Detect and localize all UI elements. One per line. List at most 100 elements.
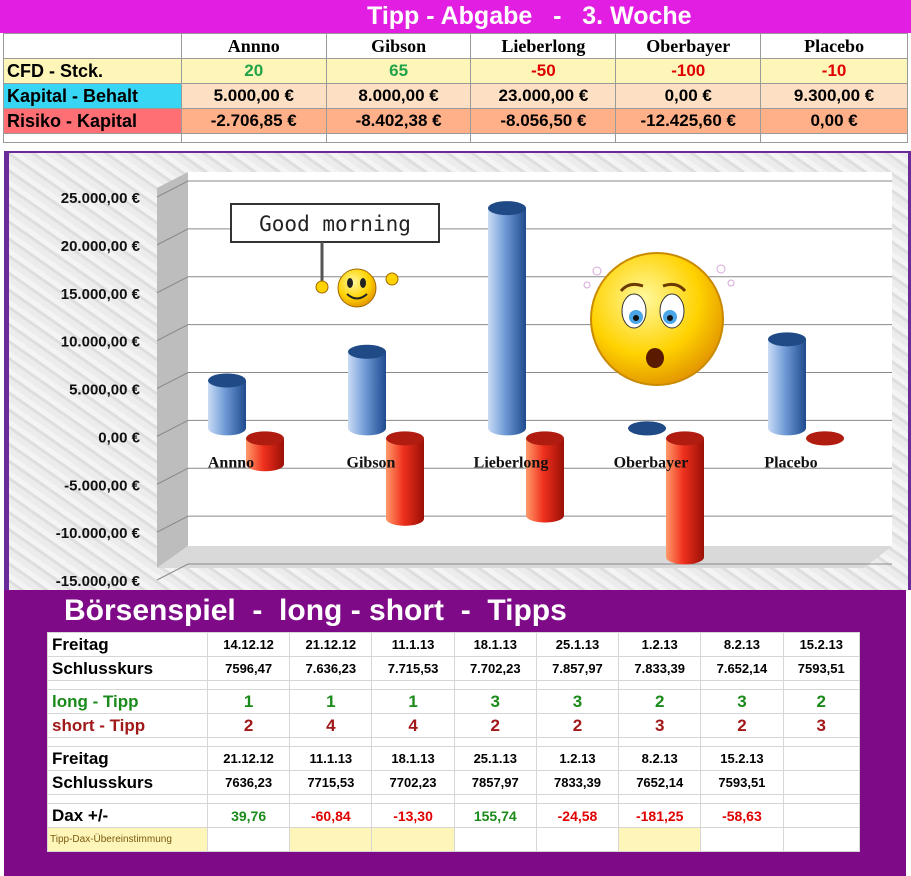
- match-cell[interactable]: [782, 827, 861, 852]
- bar-risiko[interactable]: [666, 431, 704, 565]
- match-cell[interactable]: [453, 827, 537, 852]
- kurs-cell[interactable]: 7.652,14: [700, 656, 784, 681]
- kurs-cell[interactable]: 7857,97: [453, 770, 537, 795]
- match-cell[interactable]: [618, 827, 702, 852]
- short-cell[interactable]: 2: [453, 713, 537, 738]
- date-cell[interactable]: 25.1.13: [453, 746, 537, 771]
- dax-cell[interactable]: 155,74: [453, 803, 537, 828]
- match-cell[interactable]: [206, 827, 291, 852]
- dax-cell[interactable]: [782, 803, 861, 828]
- date-cell[interactable]: 25.1.13: [535, 632, 620, 657]
- player-name[interactable]: Placebo: [760, 33, 908, 59]
- long-cell[interactable]: 2: [618, 689, 702, 714]
- risiko-cell[interactable]: -8.056,50 €: [470, 108, 617, 134]
- dax-cell[interactable]: -60,84: [289, 803, 373, 828]
- long-cell[interactable]: 2: [782, 689, 861, 714]
- date-cell[interactable]: 8.2.13: [700, 632, 784, 657]
- kurs-cell[interactable]: 7.702,23: [453, 656, 537, 681]
- bar-kapital[interactable]: [628, 421, 666, 436]
- player-name[interactable]: Lieberlong: [470, 33, 617, 59]
- long-cell[interactable]: 3: [453, 689, 537, 714]
- risiko-cell[interactable]: 0,00 €: [760, 108, 908, 134]
- dax-cell[interactable]: -13,30: [371, 803, 455, 828]
- kurs-cell[interactable]: 7652,14: [618, 770, 702, 795]
- cfd-cell[interactable]: -10: [760, 58, 908, 84]
- long-label[interactable]: long - Tipp: [47, 689, 208, 714]
- kapital-cell[interactable]: 9.300,00 €: [760, 83, 908, 109]
- date-cell[interactable]: 1.2.13: [618, 632, 702, 657]
- kapital-cell[interactable]: 0,00 €: [615, 83, 762, 109]
- kurs-cell[interactable]: 7.833,39: [618, 656, 702, 681]
- short-cell[interactable]: 3: [782, 713, 861, 738]
- date-cell[interactable]: 1.2.13: [535, 746, 620, 771]
- freitag-label[interactable]: Freitag: [47, 632, 208, 657]
- bar-kapital[interactable]: [768, 332, 806, 436]
- long-cell[interactable]: 1: [371, 689, 455, 714]
- bar-risiko[interactable]: [386, 431, 424, 526]
- short-cell[interactable]: 2: [206, 713, 291, 738]
- short-label[interactable]: short - Tipp: [47, 713, 208, 738]
- short-cell[interactable]: 4: [371, 713, 455, 738]
- date-cell[interactable]: 11.1.13: [289, 746, 373, 771]
- risiko-cell[interactable]: -8.402,38 €: [325, 108, 472, 134]
- date-cell[interactable]: [782, 746, 861, 771]
- kapital-cell[interactable]: 8.000,00 €: [325, 83, 472, 109]
- short-cell[interactable]: 2: [700, 713, 784, 738]
- short-cell[interactable]: 3: [618, 713, 702, 738]
- risiko-label[interactable]: Risiko - Kapital: [3, 108, 182, 134]
- player-name[interactable]: Annno: [180, 33, 327, 59]
- kurs-cell[interactable]: 7715,53: [289, 770, 373, 795]
- date-cell[interactable]: 15.2.13: [782, 632, 861, 657]
- kurs-cell[interactable]: 7.715,53: [371, 656, 455, 681]
- dax-cell[interactable]: -58,63: [700, 803, 784, 828]
- match-cell[interactable]: [700, 827, 784, 852]
- kurs-cell[interactable]: 7.857,97: [535, 656, 620, 681]
- match-note[interactable]: Tipp-Dax-Übereinstimmung: [47, 827, 208, 852]
- risiko-cell[interactable]: -12.425,60 €: [615, 108, 762, 134]
- schlusskurs-label[interactable]: Schlusskurs: [47, 770, 208, 795]
- cfd-cell[interactable]: 20: [180, 58, 327, 84]
- cfd-cell[interactable]: -50: [470, 58, 617, 84]
- kurs-cell[interactable]: [782, 770, 861, 795]
- dax-label[interactable]: Dax +/-: [47, 803, 208, 828]
- bar-kapital[interactable]: [348, 344, 386, 436]
- kurs-cell[interactable]: 7593,51: [782, 656, 861, 681]
- short-cell[interactable]: 4: [289, 713, 373, 738]
- kurs-cell[interactable]: 7833,39: [535, 770, 620, 795]
- date-cell[interactable]: 21.12.12: [206, 746, 291, 771]
- kapital-cell[interactable]: 23.000,00 €: [470, 83, 617, 109]
- player-name[interactable]: Gibson: [325, 33, 472, 59]
- kurs-cell[interactable]: 7.636,23: [289, 656, 373, 681]
- bar-risiko[interactable]: [806, 431, 844, 446]
- dax-cell[interactable]: -24,58: [535, 803, 620, 828]
- date-cell[interactable]: 8.2.13: [618, 746, 702, 771]
- kurs-cell[interactable]: 7593,51: [700, 770, 784, 795]
- date-cell[interactable]: 11.1.13: [371, 632, 455, 657]
- date-cell[interactable]: 15.2.13: [700, 746, 784, 771]
- kurs-cell[interactable]: 7702,23: [371, 770, 455, 795]
- cfd-cell[interactable]: -100: [615, 58, 762, 84]
- kapital-label[interactable]: Kapital - Behalt: [3, 83, 182, 109]
- date-cell[interactable]: 14.12.12: [206, 632, 291, 657]
- kurs-cell[interactable]: 7596,47: [206, 656, 291, 681]
- match-cell[interactable]: [535, 827, 620, 852]
- dax-cell[interactable]: 39,76: [206, 803, 291, 828]
- date-cell[interactable]: 21.12.12: [289, 632, 373, 657]
- bar-kapital[interactable]: [208, 373, 246, 436]
- date-cell[interactable]: 18.1.13: [453, 632, 537, 657]
- player-name[interactable]: Oberbayer: [615, 33, 762, 59]
- chart-area[interactable]: 25.000,00 € 20.000,00 € 15.000,00 € 10.000,…: [4, 151, 911, 590]
- short-cell[interactable]: 2: [535, 713, 620, 738]
- date-cell[interactable]: 18.1.13: [371, 746, 455, 771]
- kurs-cell[interactable]: 7636,23: [206, 770, 291, 795]
- long-cell[interactable]: 3: [535, 689, 620, 714]
- cfd-label[interactable]: CFD - Stck.: [3, 58, 182, 84]
- risiko-cell[interactable]: -2.706,85 €: [180, 108, 327, 134]
- long-cell[interactable]: 3: [700, 689, 784, 714]
- freitag-label[interactable]: Freitag: [47, 746, 208, 771]
- dax-cell[interactable]: -181,25: [618, 803, 702, 828]
- bar-risiko[interactable]: [526, 431, 564, 523]
- match-cell[interactable]: [289, 827, 373, 852]
- cfd-cell[interactable]: 65: [325, 58, 472, 84]
- long-cell[interactable]: 1: [289, 689, 373, 714]
